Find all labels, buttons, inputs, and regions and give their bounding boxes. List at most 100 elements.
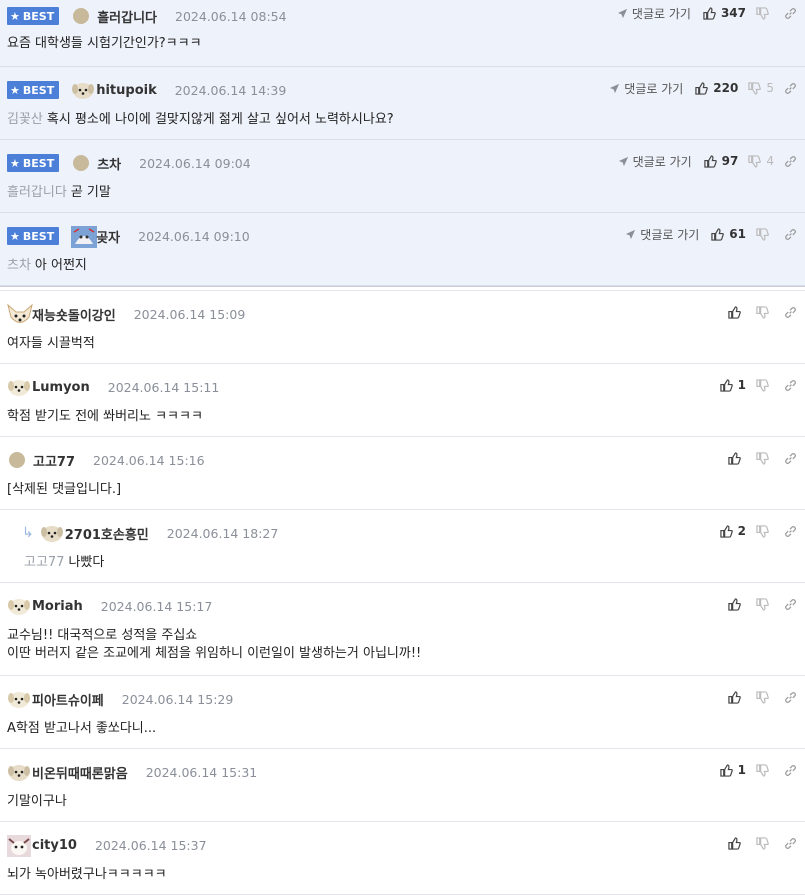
- best-label: BEST: [22, 83, 55, 97]
- like-button[interactable]: 1: [719, 378, 746, 392]
- share-link-button[interactable]: [784, 691, 797, 704]
- dislike-button[interactable]: [756, 378, 774, 392]
- avatar[interactable]: [7, 835, 31, 857]
- share-link-button[interactable]: [784, 837, 797, 850]
- nickname[interactable]: 츠차: [97, 154, 121, 173]
- dog-avatar-icon: [72, 83, 95, 99]
- comment-body-line-2: 이딴 버러지 같은 조교에게 체점을 위임하니 이런일이 발생하는거 아닙니까!…: [7, 646, 422, 661]
- dislike-button[interactable]: [756, 6, 774, 20]
- avatar[interactable]: [71, 80, 95, 100]
- avatar[interactable]: [71, 226, 98, 248]
- share-link-button[interactable]: [784, 228, 797, 241]
- like-button[interactable]: 1: [719, 763, 746, 777]
- comment-header: city10 2024.06.14 15:37: [7, 829, 207, 861]
- dislike-button[interactable]: [756, 524, 774, 538]
- comment-body: 곧 기말: [70, 185, 111, 200]
- like-button[interactable]: [728, 597, 746, 611]
- like-button[interactable]: 97: [703, 154, 738, 168]
- dislike-button[interactable]: [756, 690, 774, 704]
- dislike-button[interactable]: [756, 597, 774, 611]
- nickname[interactable]: 곶자: [96, 227, 120, 246]
- best-badge: ★ BEST: [7, 81, 60, 99]
- like-button[interactable]: [728, 690, 746, 704]
- comment-body: [삭제된 댓글입니다.]: [7, 482, 122, 497]
- nickname[interactable]: 피아트슈이페: [32, 690, 104, 709]
- share-link-button[interactable]: [784, 7, 797, 20]
- avatar[interactable]: [7, 762, 30, 782]
- share-link-button[interactable]: [784, 155, 797, 168]
- share-link-button[interactable]: [784, 82, 797, 95]
- comment-date: 2024.06.14 18:27: [166, 525, 279, 541]
- nickname[interactable]: 2701호손흥민: [65, 524, 149, 543]
- nickname[interactable]: 재능숏돌이강인: [32, 305, 116, 324]
- like-button[interactable]: 220: [695, 81, 738, 95]
- comment-date: 2024.06.14 15:37: [94, 837, 207, 853]
- star-icon: ★: [10, 83, 20, 97]
- nickname[interactable]: Lumyon: [32, 380, 90, 395]
- dislike-button[interactable]: [756, 836, 774, 850]
- nickname[interactable]: 비온뒤때때론맑음: [32, 763, 128, 782]
- comment-date: 2024.06.14 15:29: [121, 691, 234, 707]
- like-button[interactable]: [728, 305, 746, 319]
- comment-actions: 1: [719, 761, 797, 779]
- reply-target[interactable]: 츠차: [7, 258, 31, 273]
- go-to-comment-link[interactable]: 댓글로 가기: [625, 226, 699, 243]
- nickname[interactable]: hitupoik: [96, 83, 157, 98]
- like-button[interactable]: [728, 451, 746, 465]
- avatar[interactable]: [9, 452, 25, 468]
- dislike-button[interactable]: 4: [748, 154, 774, 168]
- dislike-button[interactable]: [756, 763, 774, 777]
- share-link-button[interactable]: [784, 306, 797, 319]
- avatar[interactable]: [40, 523, 63, 543]
- share-link-button[interactable]: [784, 764, 797, 777]
- reply-target[interactable]: 고고77: [24, 555, 64, 570]
- comment-body-line-1: 교수님!! 대국적으로 성적을 주십쇼: [7, 628, 198, 643]
- best-label: BEST: [22, 156, 55, 170]
- like-button[interactable]: 61: [711, 227, 746, 241]
- reply-target[interactable]: 흘러갑니다: [7, 185, 67, 200]
- avatar[interactable]: [73, 155, 90, 171]
- star-icon: ★: [10, 9, 20, 23]
- comment-body: A학점 받고나서 좋쏘다니...: [7, 721, 157, 736]
- share-link-button[interactable]: [784, 379, 797, 392]
- comment-body: 기말이구나: [7, 794, 67, 809]
- comment-text: 츠차 아 어쩐지: [7, 257, 87, 275]
- avatar[interactable]: [7, 596, 30, 616]
- nickname[interactable]: 고고77: [33, 451, 75, 470]
- reply-arrow-icon: ↳: [22, 525, 34, 541]
- avatar[interactable]: [73, 8, 90, 24]
- avatar[interactable]: [7, 377, 30, 397]
- go-to-comment-label: 댓글로 가기: [632, 154, 692, 169]
- thumbs-up-icon: [728, 451, 741, 465]
- go-to-comment-link[interactable]: 댓글로 가기: [609, 80, 683, 97]
- comment: city10 2024.06.14 15:37 뇌가 녹아버렸구나ㅋㅋㅋㅋㅋ: [0, 822, 805, 895]
- go-to-comment-link[interactable]: 댓글로 가기: [617, 5, 691, 22]
- comment-text: 여자들 시끌벅적: [7, 335, 95, 353]
- best-comment: ★ BEST 츠차 2024.06.14 09:04 흘러갑니다 곧 기말 댓글로 …: [0, 140, 805, 213]
- fox-avatar-icon: [7, 303, 33, 323]
- like-button[interactable]: 347: [703, 6, 746, 20]
- dislike-button[interactable]: [756, 227, 774, 241]
- share-link-button[interactable]: [784, 452, 797, 465]
- comment-header: ★ BEST 츠차 2024.06.14 09:04: [7, 147, 251, 179]
- dislike-button[interactable]: [756, 451, 774, 465]
- thumbs-up-icon: [728, 690, 741, 704]
- avatar[interactable]: [7, 689, 30, 709]
- go-to-comment-label: 댓글로 가기: [631, 6, 691, 21]
- share-link-button[interactable]: [784, 525, 797, 538]
- go-to-comment-link[interactable]: 댓글로 가기: [618, 153, 692, 170]
- comment-date: 2024.06.14 15:17: [100, 598, 213, 614]
- best-badge: ★ BEST: [7, 154, 60, 172]
- dislike-count: 5: [766, 81, 774, 95]
- dislike-button[interactable]: 5: [748, 81, 774, 95]
- like-button[interactable]: 2: [719, 524, 746, 538]
- like-button[interactable]: [728, 836, 746, 850]
- dislike-button[interactable]: [756, 305, 774, 319]
- avatar[interactable]: [7, 303, 33, 324]
- share-link-button[interactable]: [784, 598, 797, 611]
- like-count: 220: [713, 81, 739, 95]
- reply-target[interactable]: 김꽃산: [7, 112, 43, 127]
- nickname[interactable]: 흘러갑니다: [97, 7, 157, 26]
- nickname[interactable]: Moriah: [32, 599, 83, 614]
- nickname[interactable]: city10: [32, 838, 77, 853]
